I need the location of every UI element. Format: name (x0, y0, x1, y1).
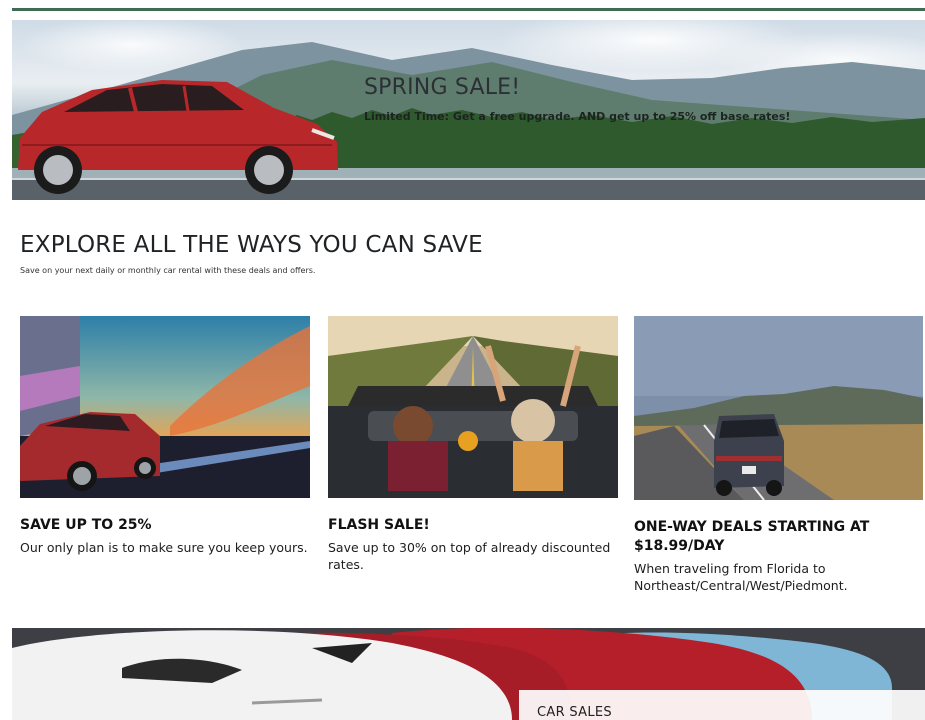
hero-subtitle: Limited Time: Get a free upgrade. AND ge… (364, 110, 791, 123)
deal-card-one-way[interactable]: ONE-WAY DEALS STARTING AT $18.99/DAY Whe… (634, 316, 924, 594)
deal-image-suv-road[interactable] (634, 316, 923, 500)
deal-title[interactable]: FLASH SALE! (328, 516, 618, 535)
deal-description: When traveling from Florida to Northeast… (634, 561, 848, 593)
deal-image-convertible[interactable] (328, 316, 618, 498)
spring-sale-banner[interactable]: SPRING SALE! Limited Time: Get a free up… (12, 20, 925, 200)
deal-title[interactable]: SAVE UP TO 25% (20, 516, 310, 535)
section-subtitle: Save on your next daily or monthly car r… (20, 266, 316, 275)
car-sales-label[interactable]: CAR SALES (537, 705, 612, 720)
section-title: EXPLORE ALL THE WAYS YOU CAN SAVE (20, 232, 483, 258)
deal-card-flash-sale[interactable]: FLASH SALE! Save up to 30% on top of alr… (328, 316, 618, 573)
car-sales-banner[interactable]: CAR SALES (12, 628, 925, 720)
header-divider (12, 8, 925, 11)
deal-description: Save up to 30% on top of already discoun… (328, 540, 611, 572)
deal-image-red-car-sunset[interactable] (20, 316, 310, 498)
car-sales-panel[interactable]: CAR SALES (519, 690, 925, 720)
deal-title[interactable]: ONE-WAY DEALS STARTING AT $18.99/DAY (634, 518, 924, 556)
hero-title: SPRING SALE! (364, 75, 521, 100)
deal-card-save-25[interactable]: SAVE UP TO 25% Our only plan is to make … (20, 316, 310, 556)
deal-description: Our only plan is to make sure you keep y… (20, 540, 308, 555)
